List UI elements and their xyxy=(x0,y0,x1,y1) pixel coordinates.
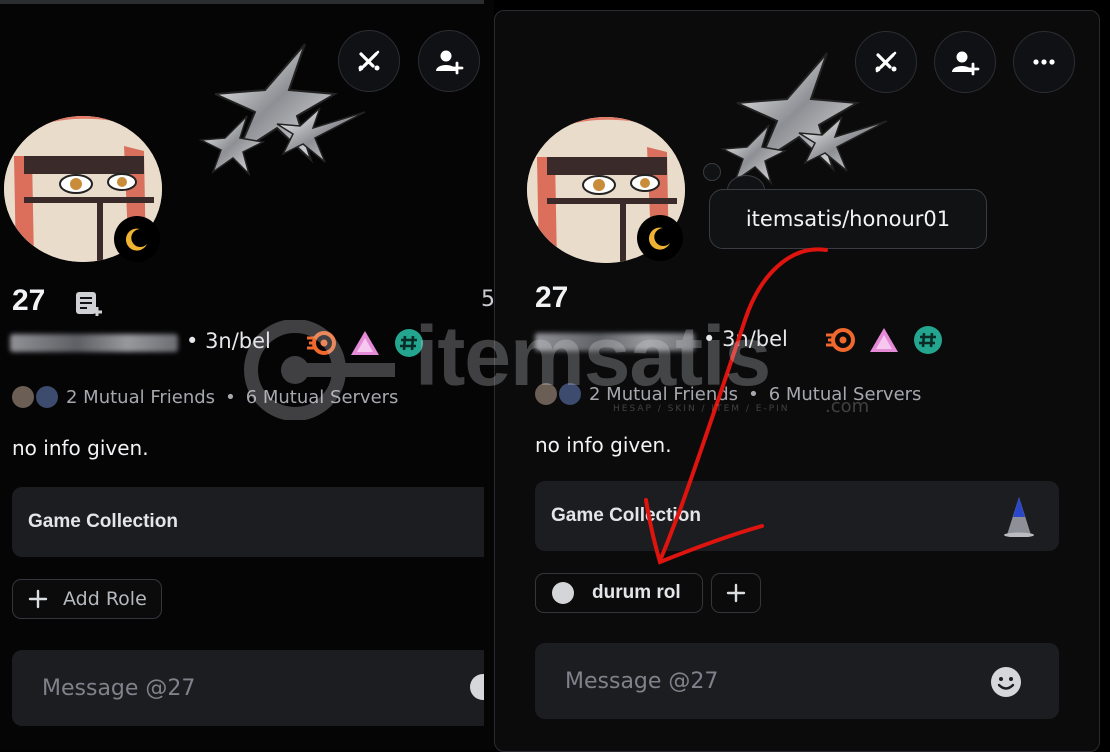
annotation-arrow xyxy=(644,247,828,565)
